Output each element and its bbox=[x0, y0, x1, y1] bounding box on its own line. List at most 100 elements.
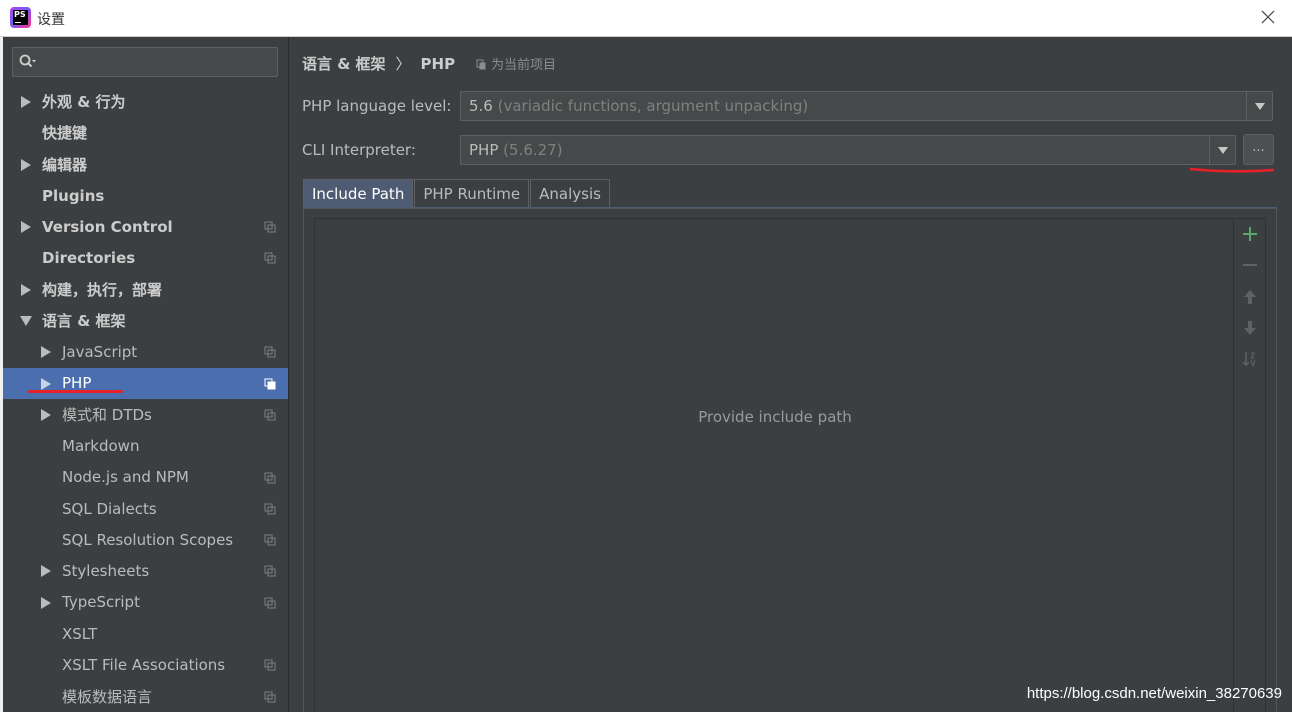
expand-arrow-icon[interactable] bbox=[20, 221, 32, 234]
search-box[interactable] bbox=[12, 47, 278, 77]
sidebar-item-label: Node.js and NPM bbox=[62, 468, 189, 487]
sidebar-item[interactable]: Plugins bbox=[0, 180, 288, 211]
sidebar-item-label: 快捷键 bbox=[42, 124, 88, 143]
sidebar-item-label: XSLT File Associations bbox=[62, 655, 226, 674]
sidebar-item-label: Stylesheets bbox=[62, 562, 150, 581]
sidebar-item[interactable]: XSLT File Associations bbox=[0, 649, 288, 680]
sidebar-item[interactable]: 模式和 DTDs bbox=[0, 399, 288, 430]
expand-arrow-icon[interactable] bbox=[40, 377, 52, 390]
cli-interpreter-label: CLI Interpreter: bbox=[302, 141, 416, 159]
copy-scope-icon bbox=[264, 503, 276, 515]
close-icon[interactable] bbox=[1260, 9, 1276, 25]
sidebar-item[interactable]: SQL Dialects bbox=[0, 493, 288, 524]
sidebar-item-label: 构建，执行，部署 bbox=[42, 280, 163, 299]
copy-scope-icon bbox=[264, 565, 276, 577]
include-path-toolbar bbox=[1234, 218, 1266, 712]
include-path-panel: Provide include path bbox=[303, 208, 1277, 712]
sidebar-item-label: Directories bbox=[42, 249, 136, 268]
sidebar-item[interactable]: Directories bbox=[0, 242, 288, 273]
sidebar-item-label: SQL Resolution Scopes bbox=[62, 530, 234, 549]
expand-arrow-icon[interactable] bbox=[40, 565, 52, 578]
chevron-down-icon bbox=[1218, 147, 1228, 154]
annotation-underline-more bbox=[1190, 167, 1274, 173]
move-down-icon[interactable] bbox=[1242, 320, 1258, 336]
sidebar-item-label: 语言 & 框架 bbox=[42, 312, 126, 331]
sidebar-item[interactable]: SQL Resolution Scopes bbox=[0, 524, 288, 555]
sidebar-item[interactable]: 构建，执行，部署 bbox=[0, 274, 288, 305]
include-path-list[interactable]: Provide include path bbox=[314, 218, 1234, 712]
copy-scope-icon bbox=[264, 597, 276, 609]
copy-scope-icon bbox=[476, 59, 486, 70]
expand-arrow-icon[interactable] bbox=[20, 96, 32, 108]
sidebar-item-label: JavaScript bbox=[62, 343, 138, 362]
settings-sidebar: 外观 & 行为 快捷键编辑器 Plugins Version Control Direc… bbox=[0, 37, 289, 712]
window-title: 设置 bbox=[37, 12, 65, 28]
sidebar-item[interactable]: 外观 & 行为 bbox=[0, 86, 288, 117]
sidebar-item[interactable]: TypeScript bbox=[0, 587, 288, 618]
cli-interpreter-select[interactable]: PHP (5.6.27) bbox=[460, 135, 1236, 165]
sidebar-item[interactable]: Node.js and NPM bbox=[0, 462, 288, 493]
breadcrumb-parent: 语言 & 框架 bbox=[302, 55, 386, 73]
move-up-icon[interactable] bbox=[1242, 289, 1258, 305]
sidebar-item[interactable]: Markdown bbox=[0, 430, 288, 461]
watermark-text: https://blog.csdn.net/weixin_38270639 bbox=[1026, 685, 1282, 702]
sidebar-item[interactable]: Version Control bbox=[0, 211, 288, 242]
tab-analysis[interactable]: Analysis bbox=[530, 179, 610, 208]
breadcrumb-separator: 〉 bbox=[395, 55, 411, 73]
sidebar-item[interactable]: 快捷键 bbox=[0, 117, 288, 148]
expand-arrow-icon[interactable] bbox=[20, 158, 32, 171]
copy-scope-icon bbox=[264, 534, 276, 546]
copy-scope-icon bbox=[264, 252, 276, 264]
language-level-select[interactable]: 5.6 (variadic functions, argument unpack… bbox=[460, 91, 1273, 121]
search-input[interactable] bbox=[43, 52, 273, 72]
copy-scope-icon bbox=[264, 221, 276, 233]
sidebar-item[interactable]: 语言 & 框架 bbox=[0, 305, 288, 336]
sidebar-item[interactable]: XSLT bbox=[0, 618, 288, 649]
copy-scope-icon bbox=[264, 409, 276, 421]
settings-tree: 外观 & 行为 快捷键编辑器 Plugins Version Control Direc… bbox=[0, 86, 288, 712]
copy-scope-icon bbox=[264, 472, 276, 484]
sidebar-item[interactable]: Stylesheets bbox=[0, 555, 288, 586]
phpstorm-logo-icon: PS bbox=[10, 7, 31, 28]
cli-interpreter-more-button[interactable]: ... bbox=[1243, 134, 1274, 165]
title-bar: PS 设置 bbox=[0, 0, 1292, 37]
php-settings-tabs: Include Path PHP Runtime Analysis bbox=[303, 179, 611, 209]
expand-arrow-icon[interactable] bbox=[20, 283, 32, 296]
sidebar-item-label: Plugins bbox=[42, 186, 105, 205]
expand-arrow-icon[interactable] bbox=[40, 408, 52, 421]
sidebar-item-label: SQL Dialects bbox=[62, 499, 157, 518]
sort-icon[interactable] bbox=[1242, 351, 1258, 367]
sidebar-item-label: 编辑器 bbox=[42, 155, 88, 174]
tab-include-path[interactable]: Include Path bbox=[303, 179, 414, 208]
sidebar-item-label: Version Control bbox=[42, 217, 173, 236]
copy-scope-icon bbox=[264, 346, 276, 358]
chevron-down-icon bbox=[1255, 103, 1265, 110]
annotation-underline-php bbox=[28, 390, 123, 393]
breadcrumb-current: PHP bbox=[420, 55, 456, 73]
sidebar-item-label: 外观 & 行为 bbox=[42, 93, 126, 112]
project-scope-label: 为当前项目 bbox=[476, 54, 556, 73]
language-level-dropdown-button[interactable] bbox=[1246, 92, 1272, 120]
tab-php-runtime[interactable]: PHP Runtime bbox=[414, 179, 530, 208]
remove-icon[interactable] bbox=[1242, 257, 1258, 273]
copy-scope-icon bbox=[264, 659, 276, 671]
sidebar-item-label: 模板数据语言 bbox=[62, 687, 153, 706]
empty-state-text: Provide include path bbox=[698, 408, 852, 426]
sidebar-item[interactable]: 编辑器 bbox=[0, 149, 288, 180]
collapse-arrow-icon[interactable] bbox=[20, 315, 32, 327]
sidebar-item[interactable]: JavaScript bbox=[0, 336, 288, 367]
copy-scope-icon bbox=[264, 378, 276, 390]
cli-interpreter-dropdown-button[interactable] bbox=[1209, 136, 1235, 164]
window-left-edge bbox=[0, 37, 3, 712]
copy-scope-icon bbox=[264, 691, 276, 703]
expand-arrow-icon[interactable] bbox=[40, 346, 52, 359]
add-icon[interactable] bbox=[1242, 226, 1258, 242]
language-level-label: PHP language level: bbox=[302, 97, 452, 115]
sidebar-item-label: XSLT bbox=[62, 624, 98, 643]
settings-main-panel: 语言 & 框架〉 PHP 为当前项目 PHP language level: 5.… bbox=[290, 37, 1292, 712]
sidebar-item[interactable]: PHP bbox=[0, 367, 288, 399]
search-icon[interactable] bbox=[19, 54, 37, 70]
expand-arrow-icon[interactable] bbox=[40, 596, 52, 609]
sidebar-item-label: TypeScript bbox=[62, 593, 140, 612]
sidebar-item[interactable]: 模板数据语言 bbox=[0, 681, 288, 712]
